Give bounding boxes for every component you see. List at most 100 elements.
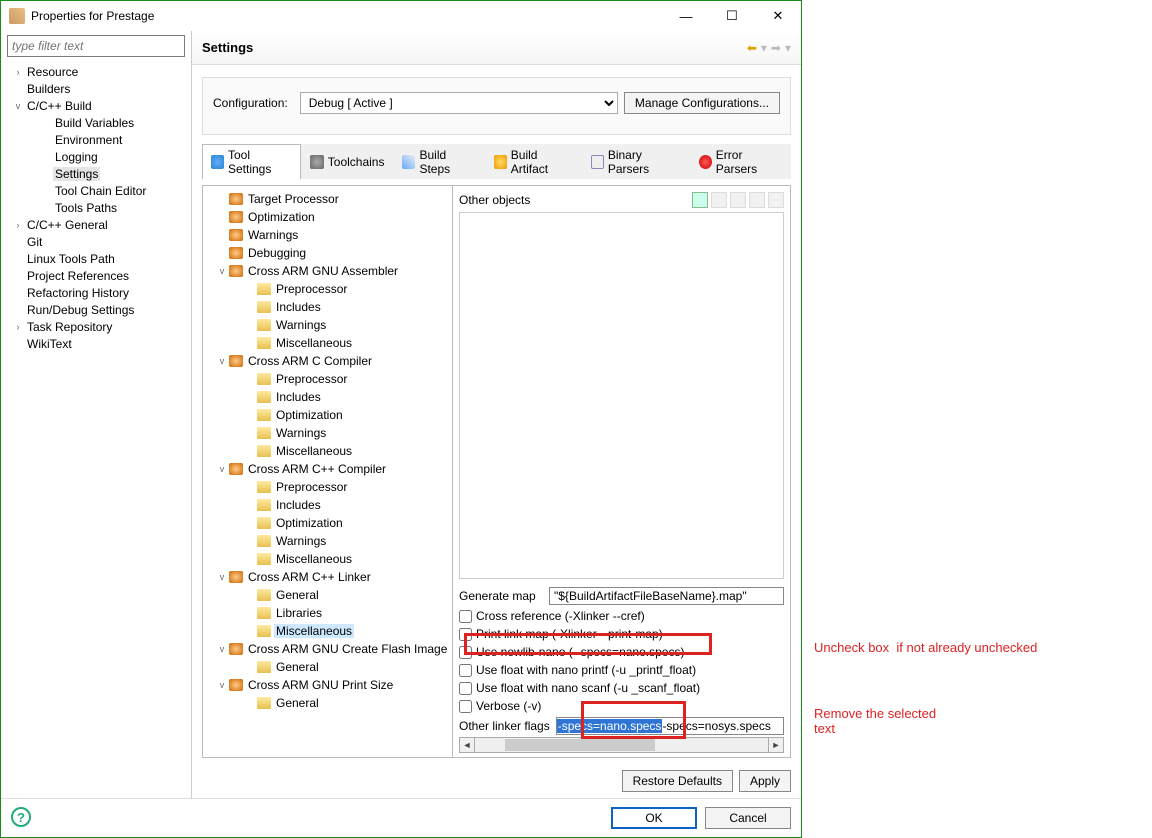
other-linker-flags-input[interactable]: -specs=nano.specs -specs=nosys.specs [556,717,784,735]
tool-tree-item[interactable]: Miscellaneous [205,442,450,460]
tool-tree-item[interactable]: vCross ARM C++ Compiler [205,460,450,478]
cancel-button[interactable]: Cancel [705,807,791,829]
tab-icon [310,155,324,169]
nav-back-menu[interactable]: ▾ [761,41,767,55]
float-scanf-label: Use float with nano scanf (-u _scanf_flo… [476,681,700,695]
folder-icon [257,535,271,547]
tool-tree-item[interactable]: General [205,586,450,604]
tree-item[interactable]: Logging [7,148,185,165]
filter-input[interactable] [7,35,185,57]
tool-tree-item[interactable]: Warnings [205,424,450,442]
tool-tree-item[interactable]: Warnings [205,226,450,244]
category-tree[interactable]: ›ResourceBuildersvC/C++ BuildBuild Varia… [7,63,185,352]
tree-item[interactable]: WikiText [7,335,185,352]
tool-tree-item[interactable]: Preprocessor [205,370,450,388]
other-objects-list[interactable] [459,212,784,579]
float-scanf-checkbox[interactable] [459,682,472,695]
horizontal-scrollbar[interactable]: ◄ ► [459,737,784,753]
tree-item[interactable]: Builders [7,80,185,97]
ok-button[interactable]: OK [611,807,697,829]
tree-item[interactable]: ›C/C++ General [7,216,185,233]
tab-build-steps[interactable]: Build Steps [393,144,484,179]
apply-button[interactable]: Apply [739,770,791,792]
scroll-left-icon[interactable]: ◄ [459,737,475,753]
tool-tree-item[interactable]: vCross ARM GNU Print Size [205,676,450,694]
tool-tree-item[interactable]: Optimization [205,514,450,532]
nav-forward-menu[interactable]: ▾ [785,41,791,55]
tool-tree-item[interactable]: Miscellaneous [205,622,450,640]
tree-item[interactable]: Build Variables [7,114,185,131]
tree-item[interactable]: Linux Tools Path [7,250,185,267]
move-down-icon[interactable] [768,192,784,208]
verbose-checkbox[interactable] [459,700,472,713]
tool-tree-item[interactable]: Includes [205,298,450,316]
tab-binary-parsers[interactable]: Binary Parsers [582,144,690,179]
scroll-track[interactable] [475,737,768,753]
options-panel: Other objects Generate map Cross referen… [453,186,790,757]
tool-tree-item[interactable]: Preprocessor [205,280,450,298]
tool-tree[interactable]: Target ProcessorOptimizationWarningsDebu… [203,186,453,757]
tool-tree-item[interactable]: vCross ARM GNU Create Flash Image [205,640,450,658]
restore-defaults-button[interactable]: Restore Defaults [622,770,733,792]
tab-build-artifact[interactable]: Build Artifact [485,144,582,179]
manage-configs-button[interactable]: Manage Configurations... [624,92,780,114]
tool-tree-item[interactable]: Preprocessor [205,478,450,496]
other-objects-label: Other objects [459,193,689,207]
scroll-thumb[interactable] [505,739,655,751]
tool-tree-item[interactable]: Optimization [205,208,450,226]
tool-tree-item[interactable]: Miscellaneous [205,550,450,568]
move-up-icon[interactable] [749,192,765,208]
configuration-block: Configuration: Debug [ Active ] Manage C… [202,77,791,135]
tool-tree-item[interactable]: Target Processor [205,190,450,208]
nav-back-icon[interactable]: ⬅ [747,41,757,55]
tool-tree-item[interactable]: Libraries [205,604,450,622]
cross-reference-checkbox[interactable] [459,610,472,623]
nav-forward-icon[interactable]: ➡ [771,41,781,55]
tool-tree-item[interactable]: Miscellaneous [205,334,450,352]
tree-item[interactable]: Run/Debug Settings [7,301,185,318]
tool-tree-item[interactable]: Optimization [205,406,450,424]
tree-item[interactable]: vC/C++ Build [7,97,185,114]
tree-item[interactable]: Settings [7,165,185,182]
tool-tree-item[interactable]: Includes [205,388,450,406]
tab-error-parsers[interactable]: Error Parsers [690,144,791,179]
tab-toolchains[interactable]: Toolchains [301,144,394,179]
folder-icon [257,481,271,493]
folder-icon [257,607,271,619]
tree-item[interactable]: Tools Paths [7,199,185,216]
print-link-map-checkbox[interactable] [459,628,472,641]
tree-item[interactable]: ›Resource [7,63,185,80]
tool-tree-item[interactable]: Warnings [205,316,450,334]
float-printf-label: Use float with nano printf (-u _printf_f… [476,663,696,677]
tree-item[interactable]: Project References [7,267,185,284]
tool-tree-item[interactable]: vCross ARM GNU Assembler [205,262,450,280]
tool-tree-item[interactable]: Debugging [205,244,450,262]
tool-tree-item[interactable]: Warnings [205,532,450,550]
tool-tree-item[interactable]: vCross ARM C++ Linker [205,568,450,586]
tool-tree-item[interactable]: General [205,658,450,676]
tree-item[interactable]: Tool Chain Editor [7,182,185,199]
float-printf-checkbox[interactable] [459,664,472,677]
scroll-right-icon[interactable]: ► [768,737,784,753]
tool-tree-item[interactable]: vCross ARM C Compiler [205,352,450,370]
tree-item[interactable]: ›Task Repository [7,318,185,335]
help-icon[interactable]: ? [11,807,31,827]
close-button[interactable]: ✕ [755,1,801,31]
tab-tool-settings[interactable]: Tool Settings [202,144,301,179]
folder-icon [257,301,271,313]
tool-tree-item[interactable]: Includes [205,496,450,514]
config-select[interactable]: Debug [ Active ] [300,92,618,114]
newlib-nano-checkbox[interactable] [459,646,472,659]
maximize-button[interactable]: ☐ [709,1,755,31]
edit-icon[interactable] [730,192,746,208]
tree-item[interactable]: Environment [7,131,185,148]
add-icon[interactable] [692,192,708,208]
tree-item[interactable]: Refactoring History [7,284,185,301]
minimize-button[interactable]: — [663,1,709,31]
folder-icon [257,589,271,601]
tree-item[interactable]: Git [7,233,185,250]
delete-icon[interactable] [711,192,727,208]
tool-tree-item[interactable]: General [205,694,450,712]
folder-icon [257,319,271,331]
generate-map-input[interactable] [549,587,784,605]
